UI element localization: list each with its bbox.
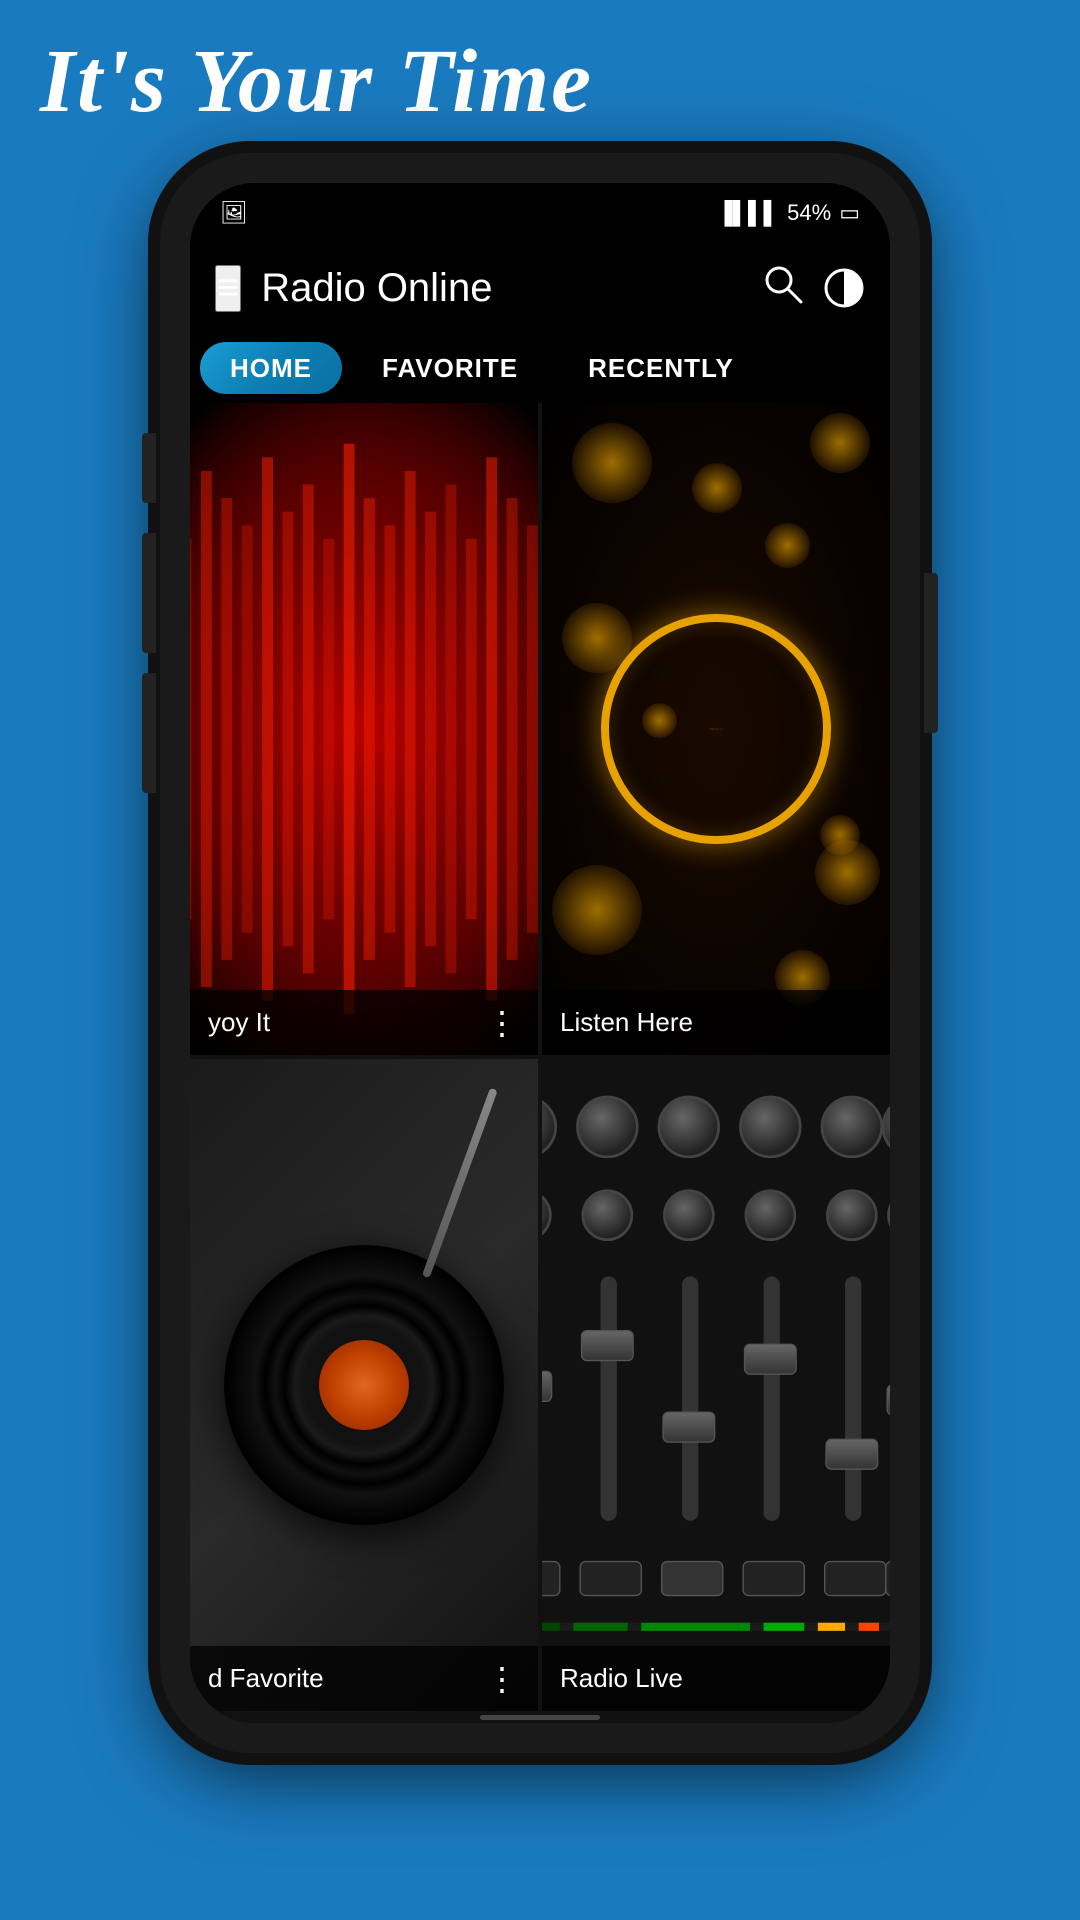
card-radio-live-text: Radio Live [560,1663,872,1694]
phone-notch [450,183,630,223]
card-your-favorite-text: d Favorite [208,1663,486,1694]
tabs-bar: HOME FAVORITE RECENTLY [190,333,890,403]
phone-button-volume-down [142,533,156,653]
status-right: ▐▌▌▌ 54% ▭ [717,200,860,226]
vinyl-visual [190,1059,538,1711]
vinyl-arm [422,1088,498,1279]
content-grid: yoy It ⋮ [190,403,890,1711]
app-title: Radio Online [261,266,761,311]
tab-home[interactable]: HOME [200,342,342,394]
tab-recently[interactable]: RECENTLY [558,342,764,394]
card-your-favorite-label: d Favorite ⋮ [190,1646,538,1711]
card-enjoy-it-text: yoy It [208,1007,486,1038]
card-your-favorite-menu[interactable]: ⋮ [486,1663,520,1695]
red-waveform-visual [190,403,538,1055]
tab-favorite[interactable]: FAVORITE [352,342,548,394]
phone-button-silent [142,673,156,793]
phone-mockup: 🖼 ▐▌▌▌ 54% ▭ ≡ Radio Online [160,153,920,1753]
app-tagline-container: It's Your Time [0,0,1080,153]
vinyl-label [319,1340,409,1430]
card-radio-live-label: Radio Live [542,1646,890,1711]
tab-favorite-label: FAVORITE [382,353,518,384]
tab-recently-label: RECENTLY [588,353,734,384]
card-enjoy-it[interactable]: yoy It ⋮ [190,403,538,1055]
app-header: ≡ Radio Online [190,243,890,333]
signal-icon: ▐▌▌▌ [717,200,779,226]
bottom-bar [190,1711,890,1723]
mixer-visual [542,1059,890,1711]
bokeh-visual [542,403,890,1055]
battery-percent: 54% [787,200,831,226]
card-your-favorite[interactable]: d Favorite ⋮ [190,1059,538,1711]
phone-screen: 🖼 ▐▌▌▌ 54% ▭ ≡ Radio Online [190,183,890,1723]
card-listen-here-label: Listen Here [542,990,890,1055]
card-listen-here[interactable]: Listen Here [542,403,890,1055]
header-icons [761,262,865,314]
app-tagline: It's Your Time [40,30,1040,133]
phone-button-volume-up [142,433,156,503]
battery-icon: ▭ [839,200,860,226]
vinyl-record [224,1245,504,1525]
menu-button[interactable]: ≡ [215,265,241,312]
card-enjoy-it-menu[interactable]: ⋮ [486,1007,520,1039]
card-enjoy-it-label: yoy It ⋮ [190,990,538,1055]
card-radio-live[interactable]: Radio Live [542,1059,890,1711]
notification-icon: 🖼 [220,200,248,226]
phone-button-power [924,573,938,733]
search-button[interactable] [761,262,803,314]
card-listen-here-text: Listen Here [560,1007,872,1038]
status-left: 🖼 [220,200,248,226]
bottom-indicator [480,1715,600,1720]
tab-home-label: HOME [230,353,312,384]
theme-toggle-button[interactable] [823,267,865,309]
